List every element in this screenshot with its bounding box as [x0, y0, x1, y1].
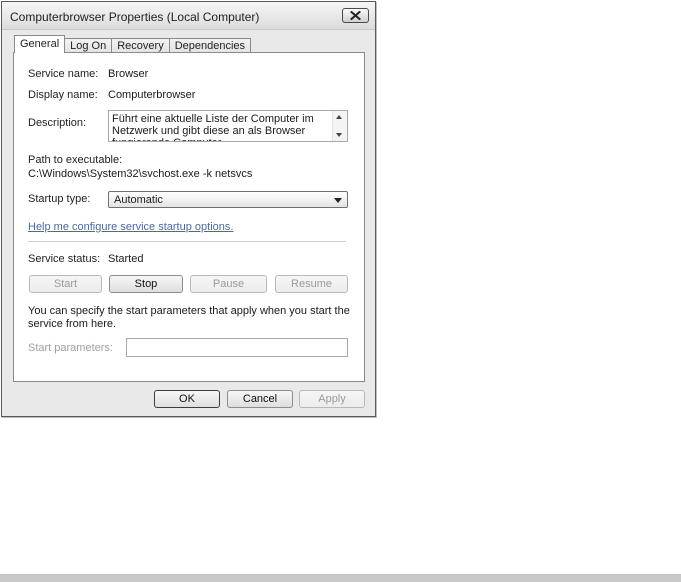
start-button[interactable]: Start — [29, 275, 102, 293]
scroll-up-icon[interactable] — [336, 115, 342, 119]
path-label: Path to executable: — [28, 154, 123, 166]
bottom-bar — [0, 574, 681, 582]
service-name-value: Browser — [108, 68, 149, 80]
service-name-label: Service name: — [28, 68, 99, 80]
ok-button[interactable]: OK — [154, 390, 220, 408]
chevron-down-icon — [334, 198, 342, 203]
start-params-input[interactable] — [126, 338, 348, 357]
description-text: Führt eine aktuelle Liste der Computer i… — [112, 113, 314, 141]
path-value: C:\Windows\System32\svchost.exe -k netsv… — [28, 168, 253, 180]
title-bar[interactable]: Computerbrowser Properties (Local Comput… — [2, 2, 375, 30]
resume-button[interactable]: Resume — [275, 275, 348, 293]
stop-button[interactable]: Stop — [109, 275, 183, 293]
display-name-label: Display name: — [28, 89, 98, 101]
tab-log-on[interactable]: Log On — [64, 38, 113, 53]
general-tab-panel: Service name: Browser Display name: Comp… — [13, 52, 365, 382]
description-label: Description: — [28, 117, 87, 129]
section-divider — [28, 241, 346, 242]
startup-type-label: Startup type: — [28, 193, 91, 205]
tab-general[interactable]: General — [14, 35, 66, 53]
service-properties-dialog: Computerbrowser Properties (Local Comput… — [1, 1, 376, 417]
close-button[interactable] — [342, 8, 369, 23]
service-status-value: Started — [108, 253, 144, 265]
cancel-button[interactable]: Cancel — [227, 390, 293, 408]
tab-strip: General Log On Recovery Dependencies — [14, 35, 252, 53]
description-box[interactable]: Führt eine aktuelle Liste der Computer i… — [108, 110, 348, 142]
startup-type-select[interactable]: Automatic — [108, 191, 348, 208]
display-name-value: Computerbrowser — [108, 89, 196, 101]
help-startup-link[interactable]: Help me configure service startup option… — [28, 221, 233, 233]
tab-dependencies[interactable]: Dependencies — [168, 38, 252, 53]
pause-button[interactable]: Pause — [190, 275, 267, 293]
description-scrollbar[interactable] — [332, 111, 347, 141]
start-params-label: Start parameters: — [28, 342, 113, 354]
tab-recovery[interactable]: Recovery — [111, 38, 170, 53]
close-icon — [350, 11, 361, 20]
apply-button[interactable]: Apply — [299, 390, 365, 408]
window-title: Computerbrowser Properties (Local Comput… — [10, 10, 260, 24]
service-status-label: Service status: — [28, 253, 101, 265]
scroll-down-icon[interactable] — [336, 133, 342, 137]
startup-type-value: Automatic — [114, 194, 163, 206]
start-params-instructions: You can specify the start parameters tha… — [28, 305, 350, 330]
